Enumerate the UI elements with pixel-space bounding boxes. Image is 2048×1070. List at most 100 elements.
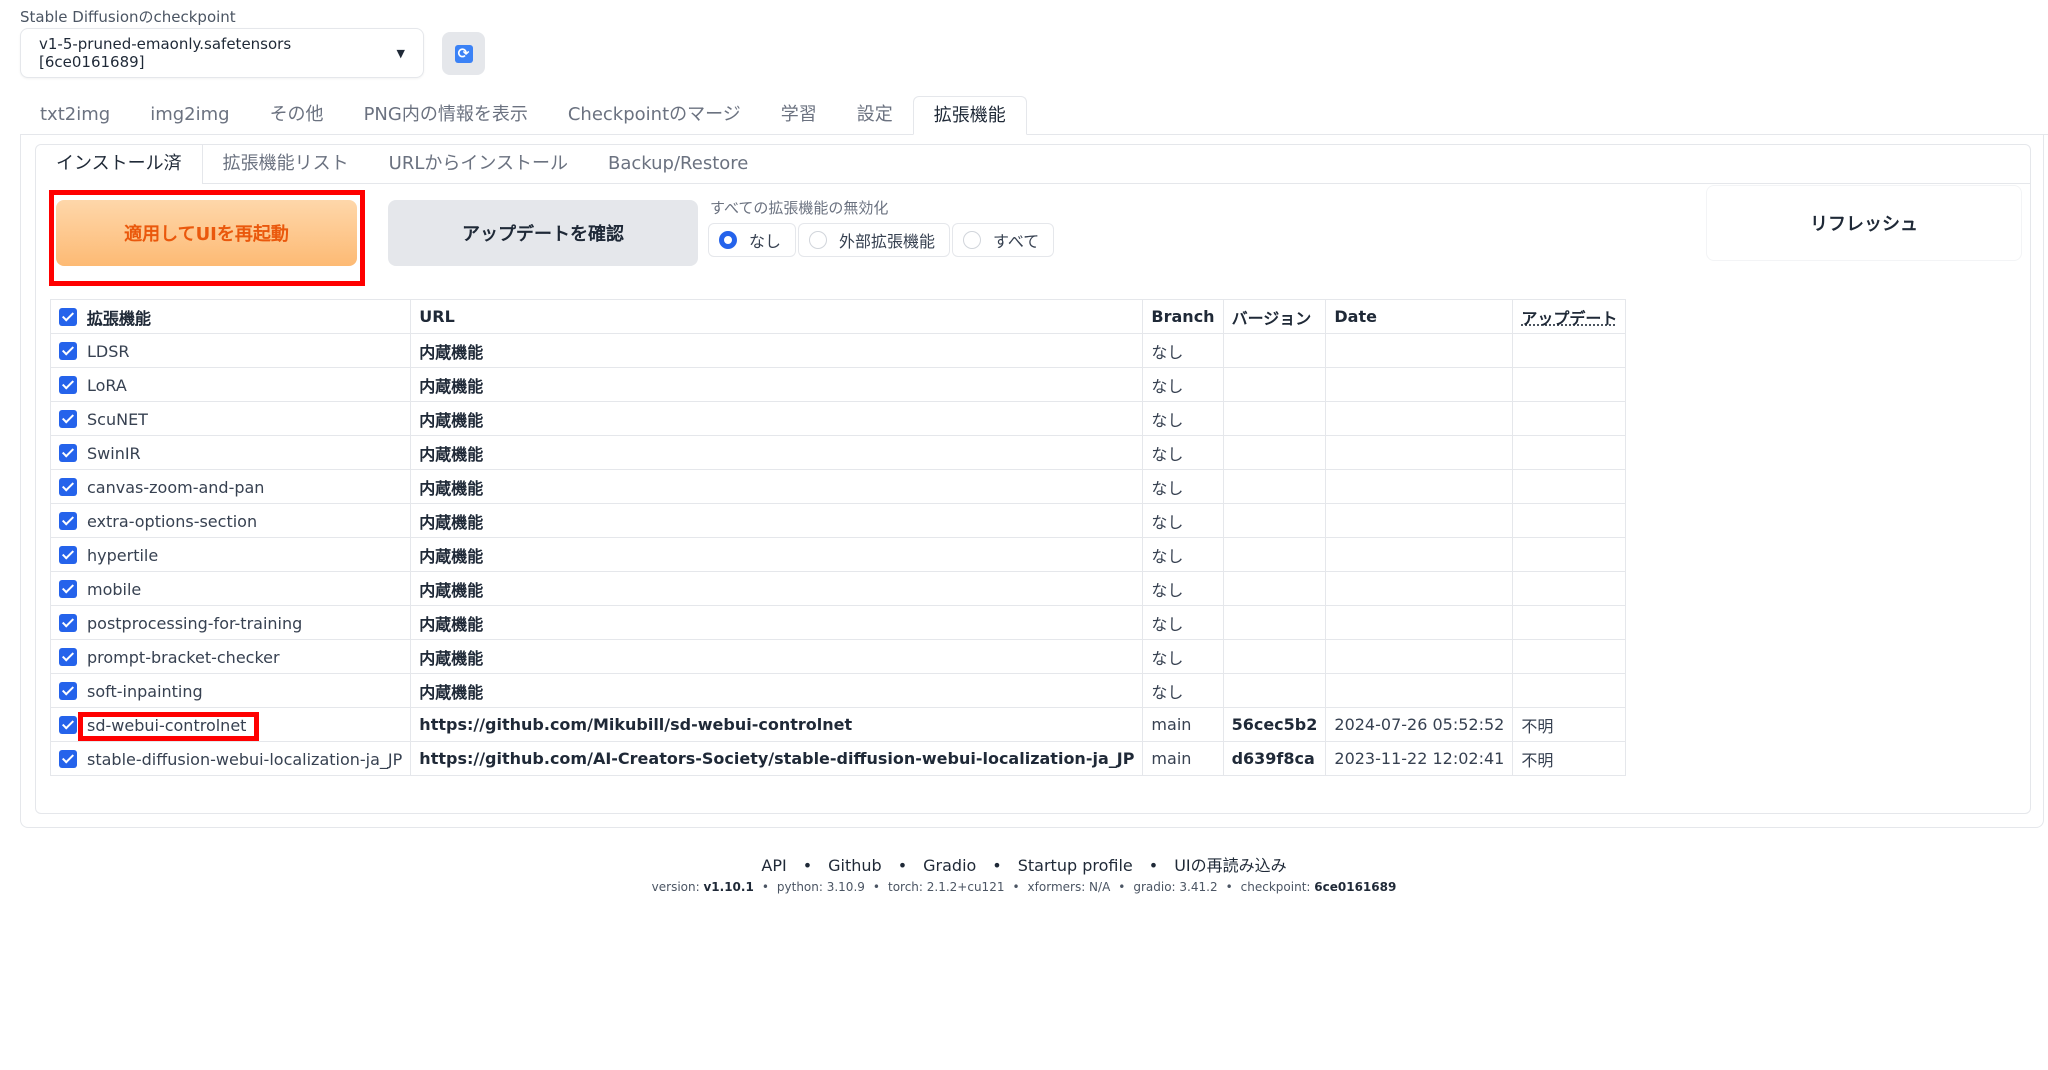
extension-version-cell (1222, 435, 1327, 470)
extension-name-cell: hypertile (49, 537, 412, 572)
extension-checkbox[interactable] (59, 716, 77, 734)
extension-name-cell: soft-inpainting (49, 673, 412, 708)
footer-link-gradio[interactable]: Gradio (923, 856, 976, 875)
extension-branch-cell: なし (1142, 333, 1224, 368)
extension-branch-cell: なし (1142, 367, 1224, 402)
extension-version-cell (1222, 401, 1327, 436)
python-info: python: 3.10.9 (776, 880, 865, 894)
footer-links: API • Github • Gradio • Startup profile • UIの再読み… (0, 852, 2048, 876)
check-updates-button[interactable]: アップデートを確認 (388, 200, 698, 266)
extension-update-cell (1512, 571, 1627, 606)
extension-name: LDSR (87, 341, 130, 361)
extension-branch-cell: なし (1142, 469, 1224, 504)
separator: • (872, 880, 880, 894)
extension-update-cell (1512, 503, 1627, 538)
extension-name: stable-diffusion-webui-localization-ja_J… (87, 749, 403, 769)
chevron-down-icon: ▼ (396, 46, 405, 60)
table-row: hypertile 内蔵機能 なし (49, 537, 1627, 572)
extension-name-cell: SwinIR (49, 435, 412, 470)
extension-url-cell: 内蔵機能 (410, 435, 1144, 470)
extension-date-cell (1325, 673, 1514, 708)
radio-all[interactable]: すべて (952, 223, 1055, 257)
tab-extras[interactable]: その他 (250, 96, 344, 134)
table-row: prompt-bracket-checker 内蔵機能 なし (49, 639, 1627, 674)
tab-txt2img[interactable]: txt2img (20, 96, 130, 134)
subtab-installed[interactable]: インストール済 (36, 145, 203, 184)
radio-none[interactable]: なし (708, 223, 797, 257)
header-update: アップデート (1512, 299, 1627, 334)
footer-link-startup-profile[interactable]: Startup profile (1018, 856, 1133, 875)
disable-extensions-radio-group: なし 外部拡張機能 すべて (708, 223, 1055, 257)
tab-train[interactable]: 学習 (761, 96, 837, 134)
version-value: v1.10.1 (703, 880, 754, 894)
extension-update-cell (1512, 367, 1627, 402)
extension-update-cell (1512, 537, 1627, 572)
extension-checkbox[interactable] (59, 342, 77, 360)
extension-date-cell (1325, 639, 1514, 674)
tab-settings[interactable]: 設定 (837, 96, 913, 134)
subtab-install-from-url[interactable]: URLからインストール (369, 145, 588, 183)
extension-checkbox[interactable] (59, 682, 77, 700)
header-extension: 拡張機能 (49, 299, 412, 334)
extension-checkbox[interactable] (59, 444, 77, 462)
table-row: SwinIR 内蔵機能 なし (49, 435, 1627, 470)
installed-panel: インストール済 拡張機能リスト URLからインストール Backup/Resto… (35, 144, 2031, 814)
extension-date-cell (1325, 503, 1514, 538)
tab-checkpoint-merger[interactable]: Checkpointのマージ (548, 96, 761, 134)
extension-update-cell: 不明 (1512, 707, 1627, 742)
extension-branch-cell: main (1142, 707, 1224, 742)
extension-checkbox[interactable] (59, 614, 77, 632)
extension-checkbox[interactable] (59, 410, 77, 428)
extension-name-cell: postprocessing-for-training (49, 605, 412, 640)
torch-info: torch: 2.1.2+cu121 (887, 880, 1005, 894)
extension-checkbox[interactable] (59, 546, 77, 564)
table-row: mobile 内蔵機能 なし (49, 571, 1627, 606)
extension-url-cell: 内蔵機能 (410, 605, 1144, 640)
extension-url-cell: https://github.com/AI-Creators-Society/s… (410, 741, 1144, 776)
extension-name-cell: canvas-zoom-and-pan (49, 469, 412, 504)
extension-checkbox[interactable] (59, 512, 77, 530)
radio-label: 外部拡張機能 (839, 232, 936, 251)
extension-url-cell: 内蔵機能 (410, 333, 1144, 368)
checkpoint-refresh-button[interactable]: ⟳ (442, 32, 485, 75)
subtab-backup-restore[interactable]: Backup/Restore (588, 145, 768, 183)
footer-link-github[interactable]: Github (828, 856, 882, 875)
radio-label: すべて (993, 232, 1040, 251)
extension-name: canvas-zoom-and-pan (87, 477, 265, 497)
extension-name: LoRA (87, 375, 127, 395)
extension-url-cell: 内蔵機能 (410, 537, 1144, 572)
extension-name: hypertile (87, 545, 159, 565)
extension-name: SwinIR (87, 443, 141, 463)
radio-extra[interactable]: 外部拡張機能 (798, 223, 951, 257)
extension-version-cell (1222, 503, 1327, 538)
extension-checkbox[interactable] (59, 580, 77, 598)
subtab-available[interactable]: 拡張機能リスト (203, 145, 369, 183)
extension-checkbox[interactable] (59, 478, 77, 496)
select-all-checkbox[interactable] (59, 307, 77, 326)
xformers-info: xformers: N/A (1027, 880, 1111, 894)
extension-checkbox[interactable] (59, 376, 77, 394)
extension-update-cell (1512, 639, 1627, 674)
tab-img2img[interactable]: img2img (130, 96, 249, 134)
footer-version-info: version: v1.10.1 • python: 3.10.9 • torch: 2… (0, 880, 2048, 894)
extension-name: soft-inpainting (87, 681, 203, 701)
footer-link-reload-ui[interactable]: UIの再読み込み (1174, 856, 1286, 875)
extension-update-cell (1512, 469, 1627, 504)
tab-png-info[interactable]: PNG内の情報を表示 (344, 96, 548, 134)
extension-checkbox[interactable] (59, 750, 77, 768)
separator: • (1012, 880, 1020, 894)
extension-update-cell (1512, 435, 1627, 470)
checkpoint-dropdown[interactable]: v1-5-pruned-emaonly.safetensors [6ce0161… (20, 28, 424, 78)
table-row: stable-diffusion-webui-localization-ja_J… (49, 741, 1627, 776)
checkpoint-hash: 6ce0161689 (1314, 880, 1397, 894)
extension-version-cell: 56cec5b2 (1222, 707, 1327, 742)
extension-date-cell (1325, 469, 1514, 504)
footer-link-api[interactable]: API (761, 856, 786, 875)
extension-date-cell (1325, 401, 1514, 436)
tab-extensions[interactable]: 拡張機能 (912, 96, 1027, 135)
extension-name-cell: ScuNET (49, 401, 412, 436)
extension-checkbox[interactable] (59, 648, 77, 666)
header-extension-label: 拡張機能 (87, 308, 152, 328)
extension-version-cell (1222, 605, 1327, 640)
refresh-button[interactable]: リフレッシュ (1706, 185, 2022, 261)
